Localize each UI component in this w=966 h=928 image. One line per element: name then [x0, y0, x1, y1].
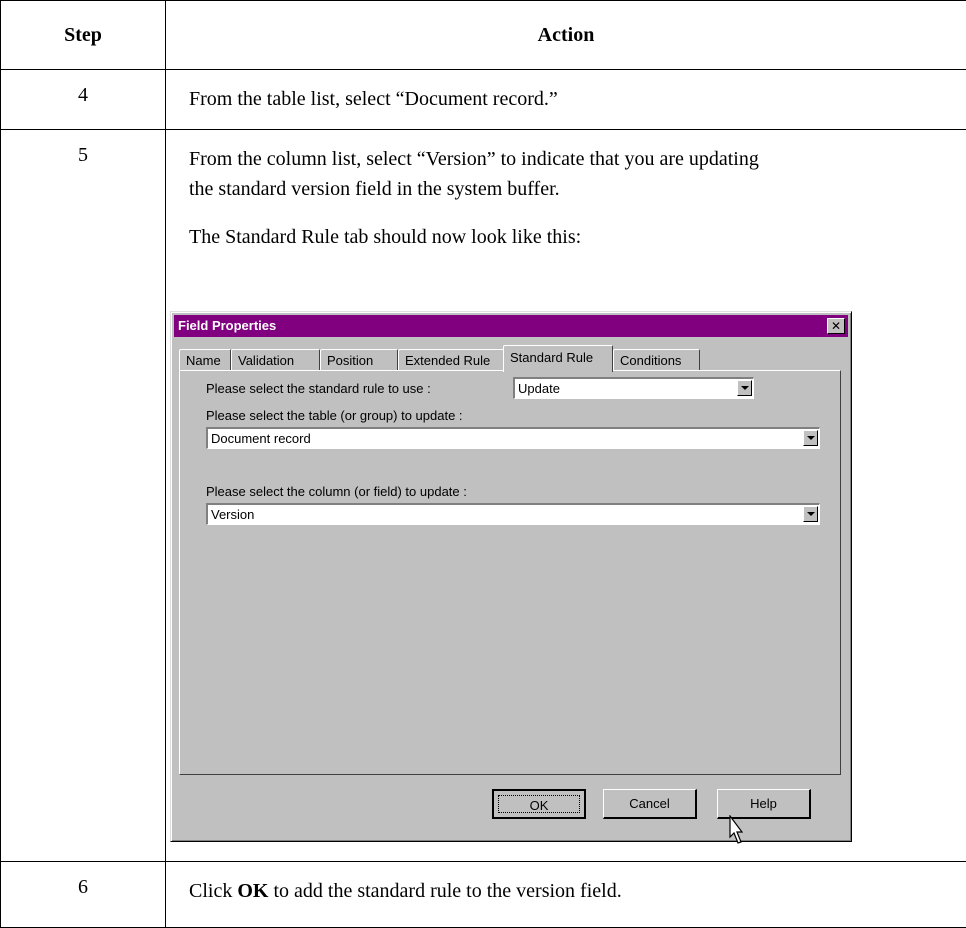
step-header: Step [1, 1, 166, 70]
step-number: 5 [1, 130, 166, 862]
ok-button-label: OK [498, 795, 580, 813]
step-action-text: From the table list, select “Document re… [189, 70, 966, 114]
tab-position[interactable]: Position [320, 349, 398, 370]
tab-conditions[interactable]: Conditions [613, 349, 700, 370]
tab-extended-rule[interactable]: Extended Rule [398, 349, 505, 370]
cancel-button[interactable]: Cancel [603, 789, 697, 819]
step-number-text: 6 [1, 862, 165, 899]
step-action: From the table list, select “Document re… [166, 70, 966, 130]
field-properties-dialog: Field Properties ✕ Name Validation Posit… [170, 311, 852, 842]
rule-select[interactable]: Update [513, 377, 754, 399]
table-row: 6 Click OK to add the standard rule to t… [1, 862, 966, 928]
table-select-value: Document record [211, 431, 311, 446]
chevron-down-icon[interactable] [803, 506, 818, 522]
header-row: Step Action [1, 1, 966, 70]
close-icon[interactable]: ✕ [827, 318, 845, 334]
tab-name[interactable]: Name [179, 349, 231, 370]
dialog-title: Field Properties [178, 318, 276, 333]
rule-select-value: Update [518, 381, 560, 396]
chevron-down-icon[interactable] [803, 430, 818, 446]
step-action: Click OK to add the standard rule to the… [166, 862, 966, 928]
step-number-text: 5 [1, 130, 165, 167]
chevron-down-icon[interactable] [737, 380, 752, 396]
ok-button[interactable]: OK [492, 789, 586, 819]
tab-validation[interactable]: Validation [231, 349, 320, 370]
action-header: Action [166, 1, 966, 70]
step-action-line: the standard version field in the system… [189, 174, 966, 204]
mouse-pointer-icon [721, 815, 743, 849]
step-number: 4 [1, 70, 166, 130]
action-text-post: to add the standard rule to the version … [268, 880, 621, 902]
column-select[interactable]: Version [206, 503, 820, 525]
table-row: 4 From the table list, select “Document … [1, 70, 966, 130]
table-select[interactable]: Document record [206, 427, 820, 449]
step-number-text: 4 [1, 70, 165, 107]
step-action-line: From the column list, select “Version” t… [189, 144, 966, 174]
step-action-line: The Standard Rule tab should now look li… [189, 222, 966, 252]
step-action-text: Click OK to add the standard rule to the… [189, 862, 966, 906]
step-number: 6 [1, 862, 166, 928]
action-text-pre: Click [189, 880, 237, 902]
standard-rule-panel: Please select the standard rule to use :… [179, 370, 841, 775]
column-select-value: Version [211, 507, 254, 522]
dialog-titlebar[interactable]: Field Properties ✕ [174, 315, 848, 337]
table-label: Please select the table (or group) to up… [206, 408, 463, 423]
rule-label: Please select the standard rule to use : [206, 381, 431, 396]
column-label: Please select the column (or field) to u… [206, 484, 467, 499]
tab-standard-rule[interactable]: Standard Rule [503, 345, 613, 372]
action-text-bold: OK [237, 880, 268, 902]
